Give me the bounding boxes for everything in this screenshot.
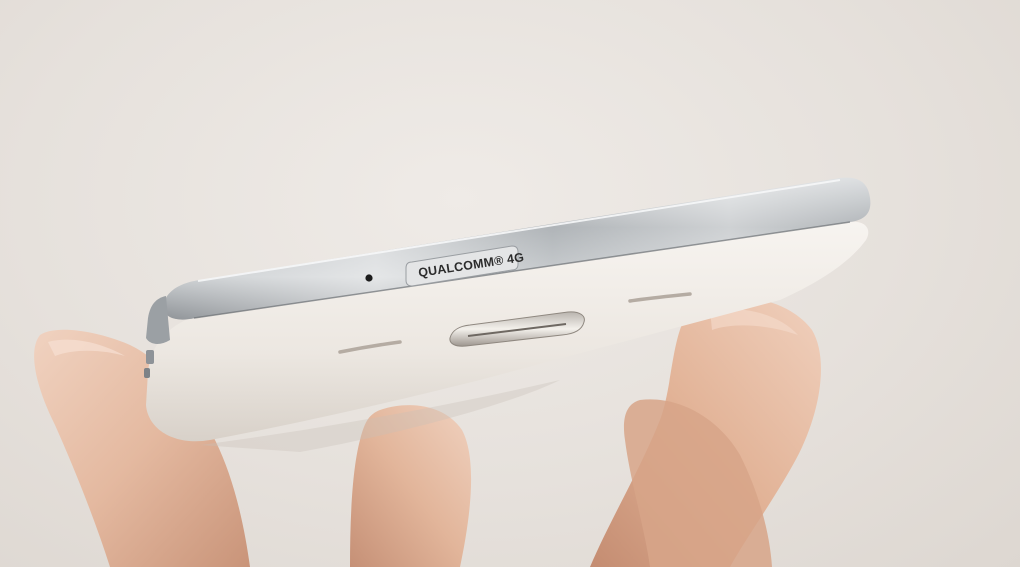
- photo-scene: QUALCOMM® 4G: [0, 0, 1020, 567]
- microphone-hole: [365, 274, 373, 282]
- phone-photo: QUALCOMM® 4G: [34, 177, 871, 567]
